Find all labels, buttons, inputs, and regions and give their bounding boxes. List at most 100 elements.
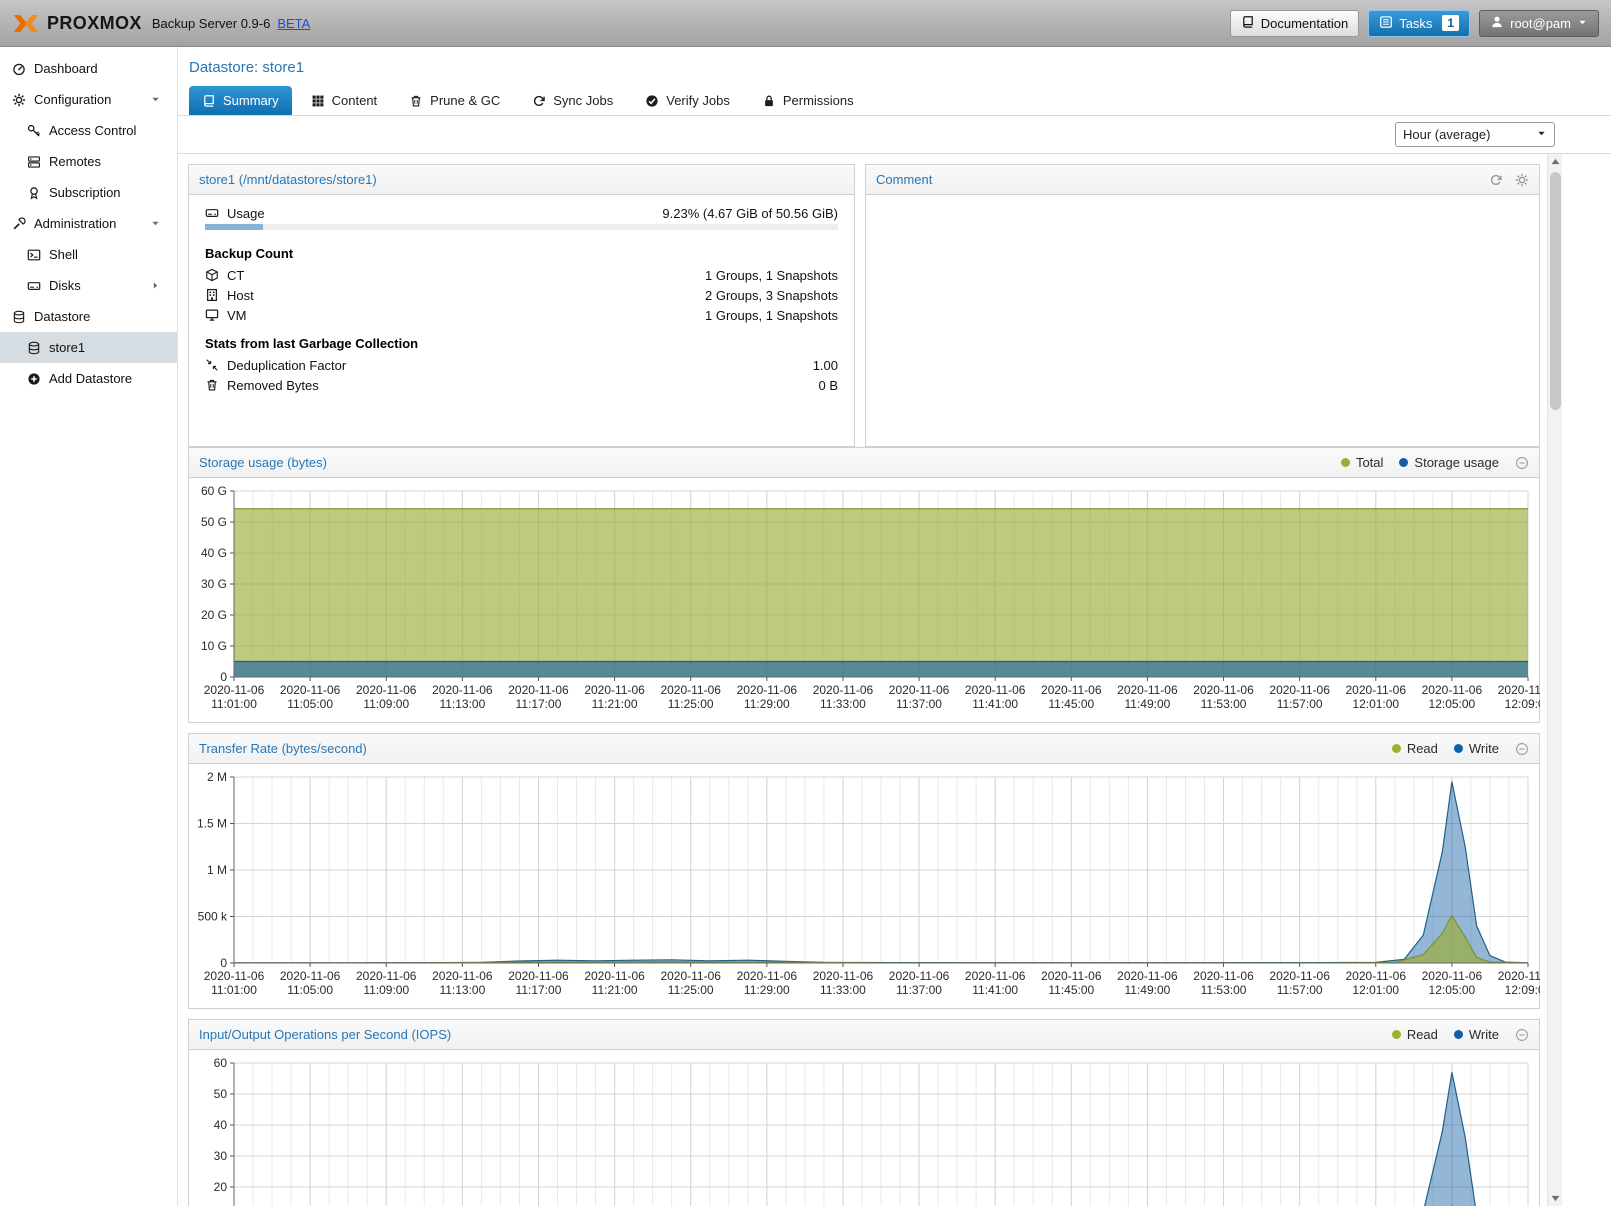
caret-down-icon[interactable]	[150, 218, 161, 229]
proxmox-logo-icon	[12, 14, 40, 33]
sidebar-item-configuration[interactable]: Configuration	[0, 84, 177, 115]
svg-text:2020-11-06: 2020-11-06	[204, 683, 265, 697]
sidebar-item-store1[interactable]: store1	[0, 332, 177, 363]
sidebar-item-label: Remotes	[49, 154, 101, 169]
comment-panel-tools	[1489, 173, 1529, 187]
section-heading-stats-from-last-garbage-collection: Stats from last Garbage Collection	[189, 325, 854, 355]
svg-text:2020-11-06: 2020-11-06	[1422, 683, 1483, 697]
sidebar-item-administration[interactable]: Administration	[0, 208, 177, 239]
svg-text:11:37:00: 11:37:00	[896, 983, 942, 997]
storage-usage-legend: Total Storage usage	[1341, 455, 1499, 470]
legend-item-read[interactable]: Read	[1392, 741, 1438, 756]
tab-prune-gc[interactable]: Prune & GC	[396, 86, 513, 115]
row-label: Host	[227, 288, 254, 303]
sidebar-item-dashboard[interactable]: Dashboard	[0, 53, 177, 84]
tab-label: Sync Jobs	[553, 93, 613, 108]
collapse-icon[interactable]	[1515, 1028, 1529, 1042]
sidebar-item-datastore[interactable]: Datastore	[0, 301, 177, 332]
sidebar-item-access-control[interactable]: Access Control	[0, 115, 177, 146]
hdd-icon	[27, 279, 41, 293]
svg-text:11:41:00: 11:41:00	[972, 697, 1018, 711]
product-name: Backup Server 0.9-6	[152, 16, 271, 31]
sidebar-item-shell[interactable]: Shell	[0, 239, 177, 270]
key-icon	[27, 124, 41, 138]
legend-item-storage-usage[interactable]: Storage usage	[1399, 455, 1499, 470]
user-label: root@pam	[1510, 16, 1571, 31]
tasks-icon	[1379, 15, 1393, 32]
refresh-icon[interactable]	[1489, 173, 1503, 187]
row-value: 0 B	[818, 378, 838, 393]
collapse-icon[interactable]	[1515, 456, 1529, 470]
svg-text:2020-11-06: 2020-11-06	[1422, 969, 1483, 983]
sync-icon	[532, 94, 546, 108]
iops-chart-title: Input/Output Operations per Second (IOPS…	[199, 1027, 451, 1042]
legend-item-write[interactable]: Write	[1454, 1027, 1499, 1042]
lock-icon	[762, 94, 776, 108]
sidebar-item-add-datastore[interactable]: Add Datastore	[0, 363, 177, 394]
summary-row-host: Host2 Groups, 3 Snapshots	[189, 285, 854, 305]
book-icon	[1241, 15, 1255, 32]
building-icon	[205, 288, 219, 302]
tasks-button[interactable]: Tasks 1	[1368, 10, 1470, 37]
svg-text:2020-11-06: 2020-11-06	[584, 683, 645, 697]
row-value: 1.00	[813, 358, 838, 373]
svg-text:2020-11-06: 2020-11-06	[1269, 969, 1330, 983]
svg-text:11:57:00: 11:57:00	[1277, 697, 1323, 711]
summary-row-deduplication-factor: Deduplication Factor1.00	[189, 355, 854, 375]
timeframe-select[interactable]: Hour (average)	[1395, 122, 1555, 147]
svg-text:2020-11-06: 2020-11-06	[356, 683, 417, 697]
sidebar-item-disks[interactable]: Disks	[0, 270, 177, 301]
scroll-up-button[interactable]	[1548, 154, 1562, 169]
page-title: Datastore: store1	[178, 47, 1611, 85]
tab-summary[interactable]: Summary	[189, 86, 292, 115]
gear-icon	[12, 93, 26, 107]
tab-sync-jobs[interactable]: Sync Jobs	[519, 86, 626, 115]
gear-icon[interactable]	[1515, 173, 1529, 187]
transfer-rate-chart-title: Transfer Rate (bytes/second)	[199, 741, 367, 756]
sidebar-item-label: Add Datastore	[49, 371, 132, 386]
svg-text:2020-11-06: 2020-11-06	[1041, 683, 1102, 697]
documentation-label: Documentation	[1261, 16, 1348, 31]
scroll-thumb[interactable]	[1550, 172, 1561, 410]
sidebar-item-label: Shell	[49, 247, 78, 262]
vertical-scrollbar[interactable]	[1547, 154, 1562, 1206]
sidebar-item-label: Configuration	[34, 92, 111, 107]
beta-link[interactable]: BETA	[277, 16, 310, 31]
timeframe-value: Hour (average)	[1403, 127, 1490, 142]
caret-right-icon[interactable]	[150, 280, 161, 291]
verify-icon	[645, 94, 659, 108]
svg-text:11:09:00: 11:09:00	[363, 983, 409, 997]
gauge-icon	[12, 62, 26, 76]
svg-text:2020-11-06: 2020-11-06	[584, 969, 645, 983]
sidebar-item-remotes[interactable]: Remotes	[0, 146, 177, 177]
svg-text:11:09:00: 11:09:00	[363, 697, 409, 711]
legend-item-read[interactable]: Read	[1392, 1027, 1438, 1042]
scroll-down-button[interactable]	[1548, 1191, 1562, 1206]
caret-down-icon[interactable]	[150, 94, 161, 105]
svg-text:12:01:00: 12:01:00	[1352, 983, 1399, 997]
tab-content[interactable]: Content	[298, 86, 391, 115]
grid-icon	[311, 94, 325, 108]
svg-text:50 G: 50 G	[201, 515, 227, 529]
legend-dot	[1399, 458, 1408, 467]
comment-body[interactable]	[866, 195, 1539, 476]
tab-permissions[interactable]: Permissions	[749, 86, 867, 115]
svg-text:11:45:00: 11:45:00	[1048, 697, 1094, 711]
legend-item-write[interactable]: Write	[1454, 741, 1499, 756]
usage-progress-fill	[205, 224, 263, 230]
user-menu-button[interactable]: root@pam	[1479, 10, 1599, 37]
legend-label: Storage usage	[1414, 455, 1499, 470]
documentation-button[interactable]: Documentation	[1230, 10, 1359, 37]
legend-label: Read	[1407, 1027, 1438, 1042]
legend-dot	[1454, 744, 1463, 753]
svg-text:2020-11-06: 2020-11-06	[737, 969, 798, 983]
svg-text:2020-11-06: 2020-11-06	[356, 969, 417, 983]
svg-text:11:13:00: 11:13:00	[439, 697, 485, 711]
sidebar-item-subscription[interactable]: Subscription	[0, 177, 177, 208]
select-caret-down-icon	[1536, 127, 1547, 142]
tab-verify-jobs[interactable]: Verify Jobs	[632, 86, 743, 115]
storage-usage-chart: 010 G20 G30 G40 G50 G60 G2020-11-0611:01…	[190, 481, 1540, 721]
svg-text:20 G: 20 G	[201, 608, 227, 622]
collapse-icon[interactable]	[1515, 742, 1529, 756]
legend-item-total[interactable]: Total	[1341, 455, 1383, 470]
